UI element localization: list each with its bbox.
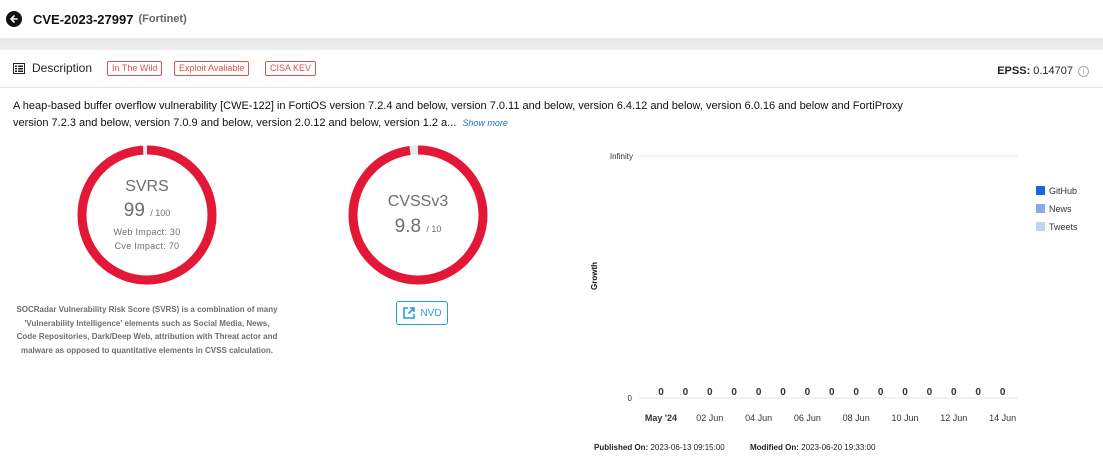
epss-label: EPSS: xyxy=(997,65,1031,77)
x-tick-8: 08 Jun xyxy=(843,413,870,423)
svrs-gauge: SVRS 99 / 100 Web Impact: 30 Cve Impact:… xyxy=(76,144,218,286)
back-button[interactable] xyxy=(6,11,22,27)
data-label-12: 0 xyxy=(951,387,957,398)
nvd-label: NVD xyxy=(420,307,442,319)
vendor-label: (Fortinet) xyxy=(138,13,187,25)
epss-value: 0.14707 xyxy=(1033,65,1073,77)
svrs-score-value: 99 xyxy=(123,200,145,221)
cvss-title: CVSSv3 xyxy=(387,193,449,210)
data-label-2: 0 xyxy=(707,387,713,398)
y-tick-zero: 0 xyxy=(628,394,633,403)
tag-exploit-available: Exploit Avaliable xyxy=(174,61,250,76)
x-tick-14: 14 Jun xyxy=(989,413,1016,423)
legend-swatch-news xyxy=(1036,204,1045,213)
modified-label: Modified On: xyxy=(750,443,799,452)
x-tick-4: 04 Jun xyxy=(745,413,772,423)
epss-score: EPSS: 0.14707 i xyxy=(997,65,1089,77)
cvss-score-max: / 10 xyxy=(426,224,442,234)
growth-chart: Infinity 0 Growth 0 May '24 0 0 02 Jun 0 0 04 Jun 0… xyxy=(580,140,1103,430)
arrow-left-icon xyxy=(10,15,18,23)
y-axis-label: Growth xyxy=(590,262,599,290)
modified-value: 2023-06-20 19:33:00 xyxy=(801,443,876,452)
growth-chart-svg: Infinity 0 Growth 0 May '24 0 0 02 Jun 0 0 04 Jun 0… xyxy=(590,152,1078,423)
x-tick-6: 06 Jun xyxy=(794,413,821,423)
show-more-link[interactable]: Show more xyxy=(462,118,508,128)
svrs-score-max: / 100 xyxy=(150,208,171,218)
y-tick-infinity: Infinity xyxy=(610,152,633,161)
description-body: A heap-based buffer overflow vulnerabili… xyxy=(13,100,903,129)
x-tick-10: 10 Jun xyxy=(891,413,918,423)
header-divider-band xyxy=(0,38,1103,50)
data-label-5: 0 xyxy=(780,387,786,398)
nvd-link-button[interactable]: NVD xyxy=(396,301,448,325)
data-label-10: 0 xyxy=(902,387,908,398)
data-label-6: 0 xyxy=(805,387,811,398)
legend-label-github: GitHub xyxy=(1049,186,1077,196)
cvss-score-value: 9.8 xyxy=(394,216,422,237)
page-header: CVE-2023-27997 (Fortinet) xyxy=(0,0,1103,38)
data-label-0: 0 xyxy=(658,387,664,398)
data-label-9: 0 xyxy=(878,387,884,398)
legend-swatch-github xyxy=(1036,186,1045,195)
data-label-3: 0 xyxy=(731,387,737,398)
svrs-score: 99 / 100 xyxy=(76,200,218,222)
cvss-gauge: CVSSv3 9.8 / 10 xyxy=(347,144,489,286)
x-tick-0: May '24 xyxy=(645,413,677,423)
description-bar: Description In The Wild Exploit Avaliabl… xyxy=(0,52,1103,88)
cve-id-title: CVE-2023-27997 xyxy=(33,11,134,27)
cvss-score: 9.8 / 10 xyxy=(347,216,489,238)
published-date: Published On: 2023-06-13 09:15:00 xyxy=(594,443,725,452)
tag-in-the-wild: In The Wild xyxy=(107,61,163,76)
svrs-content: SVRS 99 / 100 Web Impact: 30 Cve Impact:… xyxy=(76,178,218,251)
svrs-explanation: SOCRadar Vulnerability Risk Score (SVRS)… xyxy=(16,305,278,355)
data-label-11: 0 xyxy=(927,387,933,398)
data-label-7: 0 xyxy=(829,387,835,398)
info-icon[interactable]: i xyxy=(1078,65,1089,77)
svrs-cve-impact: Cve Impact: 70 xyxy=(114,241,180,251)
x-tick-2: 02 Jun xyxy=(696,413,723,423)
data-label-13: 0 xyxy=(975,387,981,398)
published-value: 2023-06-13 09:15:00 xyxy=(650,443,725,452)
description-text: A heap-based buffer overflow vulnerabili… xyxy=(13,98,913,132)
cvss-content: CVSSv3 9.8 / 10 xyxy=(347,193,489,238)
legend-label-tweets: Tweets xyxy=(1049,222,1078,232)
x-tick-12: 12 Jun xyxy=(940,413,967,423)
list-icon xyxy=(13,62,25,74)
modified-date: Modified On: 2023-06-20 19:33:00 xyxy=(750,443,875,452)
data-label-14: 0 xyxy=(1000,387,1006,398)
data-label-4: 0 xyxy=(756,387,762,398)
dates-footer: Published On: 2023-06-13 09:15:00 Modifi… xyxy=(0,441,1103,457)
data-label-1: 0 xyxy=(683,387,689,398)
svrs-title: SVRS xyxy=(125,178,169,195)
legend-swatch-tweets xyxy=(1036,222,1045,231)
external-link-icon xyxy=(403,307,416,319)
data-label-8: 0 xyxy=(853,387,859,398)
description-heading: Description xyxy=(13,61,92,75)
tag-cisa-kev: CISA KEV xyxy=(265,61,317,76)
description-label: Description xyxy=(32,61,93,75)
legend-label-news: News xyxy=(1049,204,1072,214)
svrs-web-impact: Web Impact: 30 xyxy=(113,227,181,237)
published-label: Published On: xyxy=(594,443,649,452)
